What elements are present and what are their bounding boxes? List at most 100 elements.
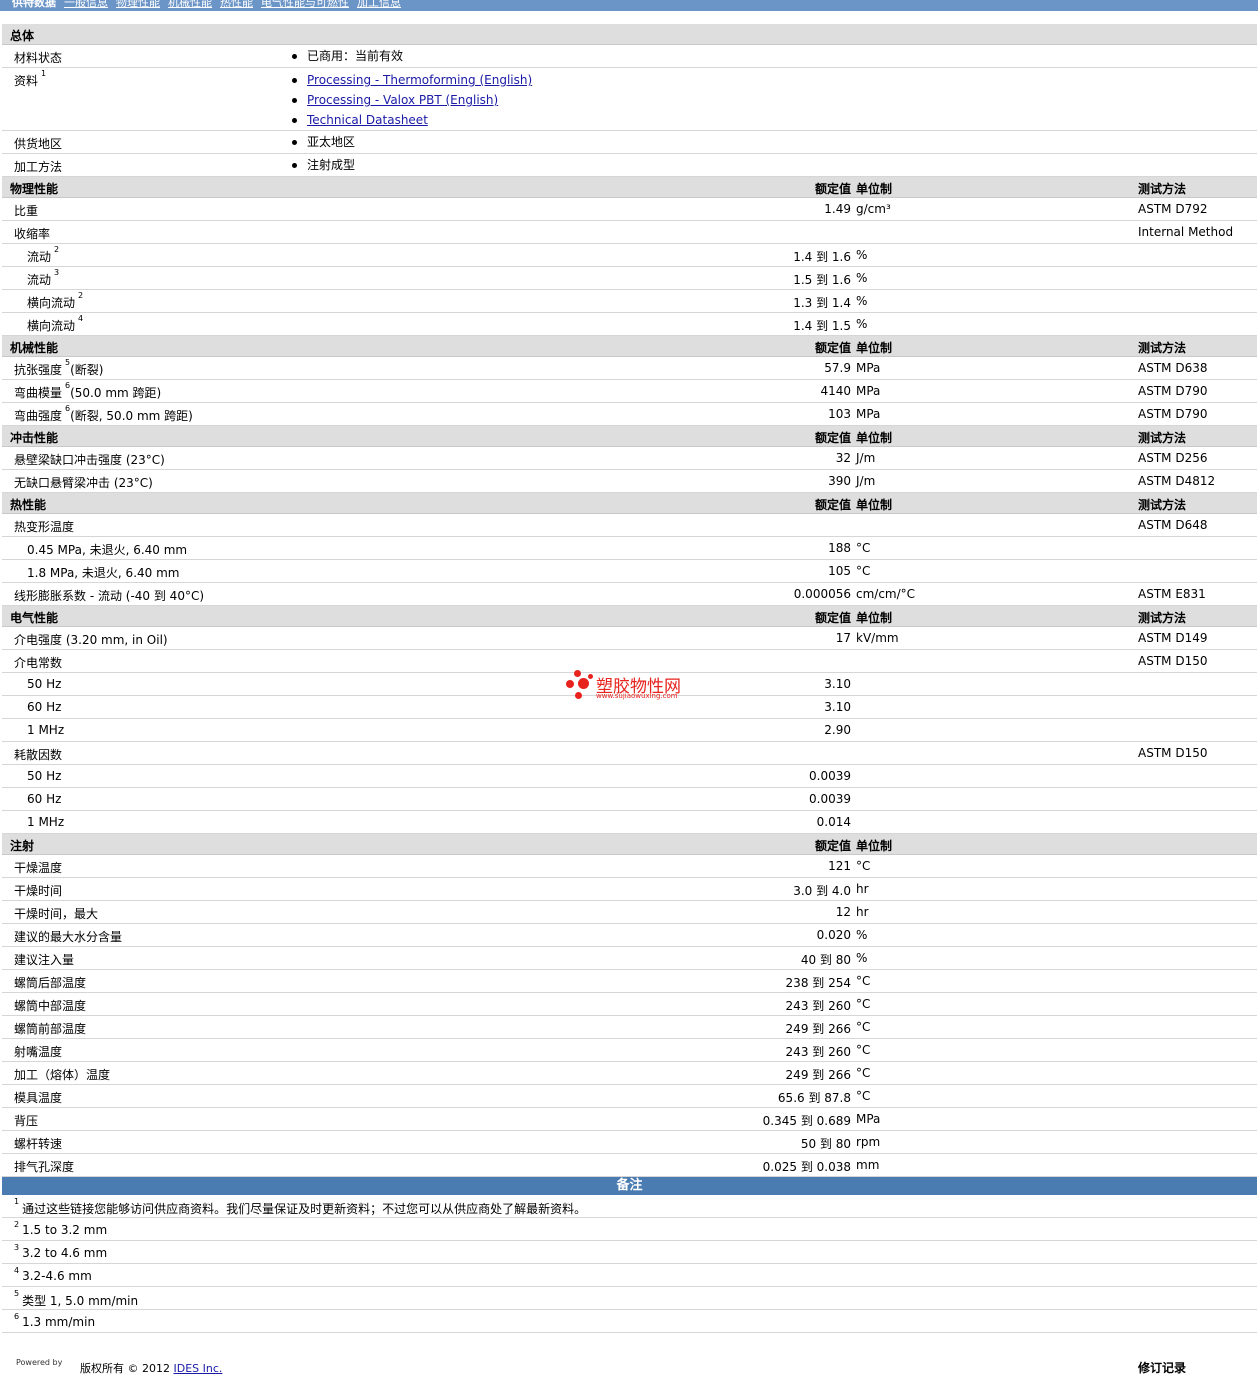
method-value: 注射成型 [291,155,355,175]
property-name: 抗张强度5(断裂) [14,358,104,377]
header-unit: 单位制 [856,341,893,355]
nav-link[interactable]: 加工信息 [357,0,401,9]
property-unit: J/m [856,451,876,465]
table-row: 干燥时间，最大 12 hr [2,901,1257,924]
note-text: 2 1.5 to 3.2 mm [14,1220,108,1237]
nav-link[interactable]: 供特数据 [12,0,56,9]
table-row: 热变形温度 ASTM D648 [2,514,1257,537]
property-name: 60 Hz [27,700,62,714]
header-value: 额定值 [814,839,851,853]
region-value: 亚太地区 [291,132,355,152]
nav-link[interactable]: 物理性能 [116,0,160,9]
revision-history[interactable]: 修订记录 [1138,1359,1186,1376]
property-unit: % [856,271,868,285]
header-unit: 单位制 [856,182,893,196]
nav-link[interactable]: 热性能 [220,0,253,9]
property-name: 射嘴温度 [14,1045,63,1059]
table-row: 螺筒中部温度 243 到 260 °C [2,993,1257,1016]
property-unit: kV/mm [856,631,899,645]
table-row: 干燥温度 121 °C [2,855,1257,878]
table-row: 流动2 1.4 到 1.6% [2,244,1257,267]
property-name: 比重 [14,204,39,218]
property-value: 243 到 260 [785,999,851,1013]
property-name: 模具温度 [14,1091,63,1105]
section-header: 注射 额定值 单位制 [2,834,1257,855]
header-test: 测试方法 [1138,182,1187,196]
property-unit: °C [856,997,871,1011]
section-title: 物理性能 [10,182,59,196]
property-unit: MPa [856,407,881,421]
property-name: 建议的最大水分含量 [14,930,123,944]
property-value: 1.4 到 1.6 [793,250,851,264]
table-row: 螺杆转速 50 到 80 rpm [2,1131,1257,1154]
header-test: 测试方法 [1138,431,1187,445]
property-name: 1 MHz [27,815,65,829]
header-unit: 单位制 [856,839,893,853]
doc-link-datasheet[interactable]: Technical Datasheet [307,113,428,127]
footer: Powered by 版权所有 © 2012 IDES Inc. 修订记录 [2,1355,1257,1375]
section-title: 注射 [10,839,35,853]
table-row: 60 Hz 0.0039 [2,788,1257,811]
property-unit: % [856,294,868,308]
property-value: 32 [835,451,851,465]
property-value: 1.49 [824,202,851,216]
property-value: 3.10 [824,677,851,691]
nav-link[interactable]: 一般信息 [64,0,108,9]
property-name: 干燥时间，最大 [14,907,99,921]
test-method: ASTM D790 [1138,407,1208,421]
note-text: 5类型 1, 5.0 mm/min [14,1289,139,1308]
property-unit: mm [856,1158,880,1172]
section-header-general: 总体 [2,24,1257,45]
header-test: 测试方法 [1138,341,1187,355]
property-name: 流动2 [27,245,60,264]
property-value: 12 [835,905,851,919]
property-value: 2.90 [824,723,851,737]
property-name: 耗散因数 [14,748,63,762]
table-row: 流动3 1.5 到 1.6% [2,267,1257,290]
row-material-status: 材料状态 已商用：当前有效 [2,45,1257,68]
property-name: 1.8 MPa, 未退火, 6.40 mm [27,566,180,580]
note-item: 2 1.5 to 3.2 mm [2,1218,1257,1241]
property-name: 横向流动2 [27,291,84,310]
nav-link[interactable]: 机械性能 [168,0,212,9]
note-item: 5类型 1, 5.0 mm/min [2,1287,1257,1310]
test-method: ASTM D149 [1138,631,1208,645]
property-name: 螺杆转速 [14,1137,63,1151]
property-name: 背压 [14,1114,39,1128]
status-value: 已商用：当前有效 [291,46,403,66]
table-row: 介电强度 (3.20 mm, in Oil) 17 kV/mm ASTM D149 [2,627,1257,650]
property-name: 收缩率 [14,227,51,241]
section-header: 电气性能 额定值 单位制 测试方法 [2,606,1257,627]
note-text: 3 3.2 to 4.6 mm [14,1243,108,1260]
nav-link[interactable]: 电气性能与可燃性 [261,0,349,9]
section-title: 冲击性能 [10,431,59,445]
company-link[interactable]: IDES Inc. [174,1362,223,1375]
property-name: 线形膨胀系数 - 流动 (-40 到 40°C) [14,589,205,603]
property-unit: MPa [856,361,881,375]
property-name: 干燥时间 [14,884,63,898]
section-title: 热性能 [10,498,47,512]
property-value: 243 到 260 [785,1045,851,1059]
header-unit: 单位制 [856,611,893,625]
note-item: 4 3.2-4.6 mm [2,1264,1257,1287]
table-row: 耗散因数 ASTM D150 [2,742,1257,765]
property-unit: % [856,317,868,331]
property-unit: °C [856,974,871,988]
property-unit: °C [856,859,871,873]
doc-link-thermoforming[interactable]: Processing - Thermoforming (English) [307,73,532,87]
property-name: 热变形温度 [14,520,75,534]
doc-link-valox[interactable]: Processing - Valox PBT (English) [307,93,498,107]
table-row: 横向流动4 1.4 到 1.5% [2,313,1257,336]
property-value: 65.6 到 87.8 [777,1091,851,1105]
header-value: 额定值 [814,498,851,512]
note-text: 4 3.2-4.6 mm [14,1266,92,1283]
test-method: ASTM E831 [1138,587,1206,601]
table-row: 排气孔深度 0.025 到 0.038 mm [2,1154,1257,1177]
property-unit: °C [856,1089,871,1103]
row-label: 加工方法 [14,160,63,174]
table-row: 螺筒后部温度 238 到 254 °C [2,970,1257,993]
property-value: 0.0039 [809,792,851,806]
property-name: 弯曲强度6(断裂, 50.0 mm 跨距) [14,404,193,423]
header-unit: 单位制 [856,431,893,445]
property-name: 无缺口悬臂梁冲击 (23°C) [14,476,153,490]
